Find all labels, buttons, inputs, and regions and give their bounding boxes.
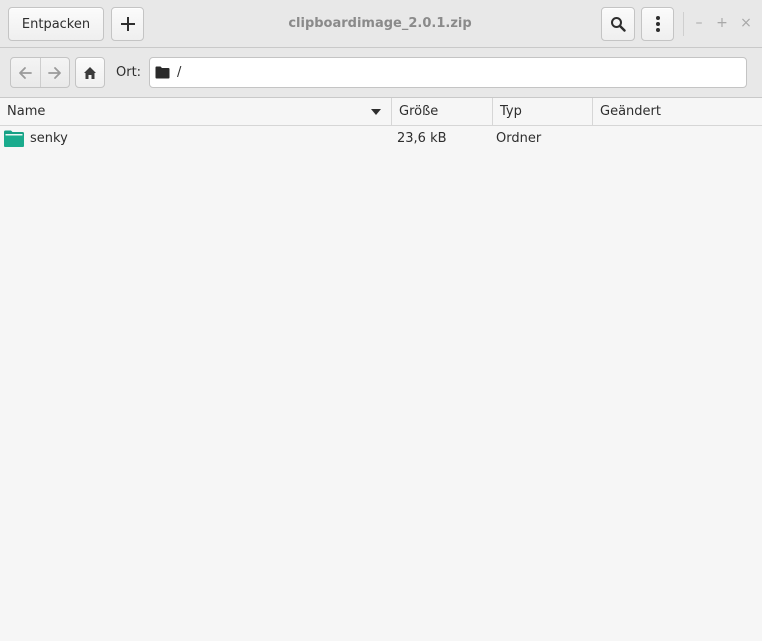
plus-icon [120, 17, 135, 31]
file-name: senky [30, 131, 68, 146]
column-modified[interactable]: Geändert [592, 98, 762, 125]
search-icon [611, 17, 626, 32]
location-field[interactable]: / [149, 57, 747, 88]
location-bar: Ort: / [0, 48, 762, 98]
folder-icon [4, 130, 24, 147]
arrow-left-icon [19, 66, 33, 79]
minimize-icon: – [695, 15, 703, 31]
maximize-icon: + [716, 15, 728, 31]
extract-button[interactable]: Entpacken [8, 7, 104, 41]
archive-manager-window: Entpacken clipboardimage_2.0.1.zip – + ×… [0, 0, 762, 641]
location-label: Ort: [116, 65, 142, 80]
home-button[interactable] [75, 57, 105, 88]
column-name[interactable]: Name [0, 98, 391, 125]
column-name-label: Name [7, 104, 46, 119]
table-row[interactable]: senky 23,6 kB Ordner [0, 126, 762, 152]
column-size-label: Größe [399, 104, 439, 119]
back-button[interactable] [11, 58, 40, 87]
arrow-right-icon [47, 66, 61, 79]
minimize-button[interactable]: – [690, 14, 708, 32]
file-list: senky 23,6 kB Ordner [0, 126, 762, 641]
maximize-button[interactable]: + [713, 14, 731, 32]
add-files-button[interactable] [111, 7, 144, 41]
file-size: 23,6 kB [397, 131, 447, 146]
file-type: Ordner [496, 131, 542, 146]
column-type-label: Typ [500, 104, 522, 119]
menu-button[interactable] [641, 7, 674, 41]
location-path: / [177, 65, 182, 80]
window-title: clipboardimage_2.0.1.zip [288, 16, 472, 31]
forward-button[interactable] [39, 58, 70, 87]
close-button[interactable]: × [737, 14, 755, 32]
search-button[interactable] [601, 7, 635, 41]
close-icon: × [740, 15, 752, 31]
column-type[interactable]: Typ [492, 98, 592, 125]
header-bar: Entpacken clipboardimage_2.0.1.zip – + × [0, 0, 762, 48]
header-separator [683, 12, 684, 36]
column-modified-label: Geändert [600, 104, 661, 119]
home-icon [84, 66, 96, 79]
navigation-buttons [10, 57, 70, 88]
column-size[interactable]: Größe [391, 98, 492, 125]
folder-icon [155, 66, 170, 79]
extract-button-label: Entpacken [21, 16, 91, 32]
vertical-dots-icon [655, 16, 660, 32]
column-header: Name Größe Typ Geändert [0, 98, 762, 126]
sort-descending-icon [371, 109, 381, 115]
